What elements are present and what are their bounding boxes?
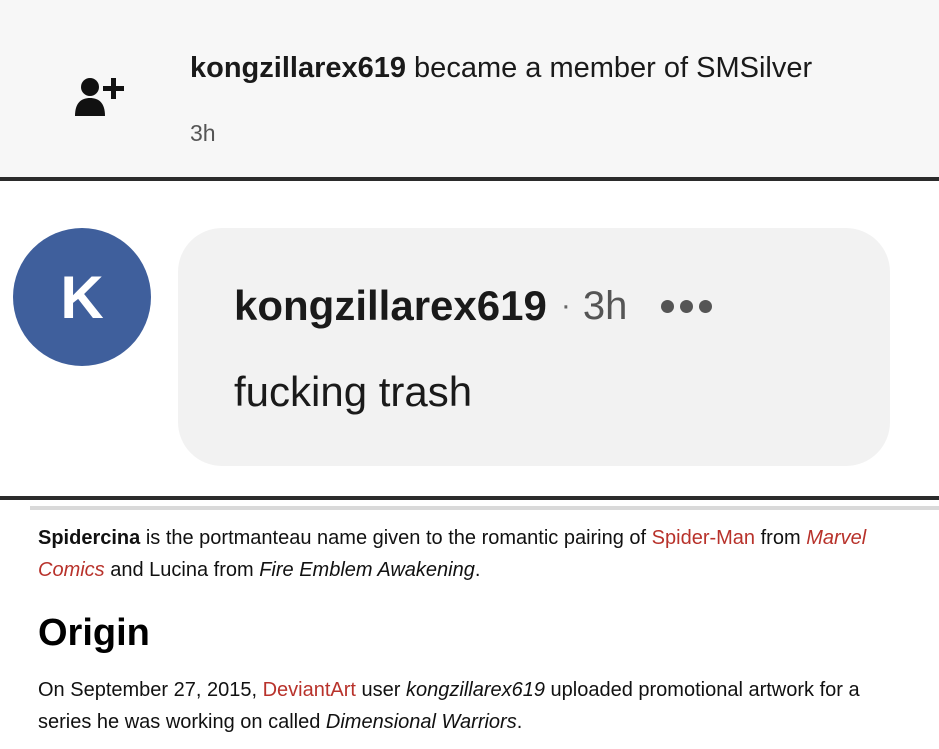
comment-body: fucking trash <box>234 368 473 415</box>
text: from <box>755 527 807 549</box>
section-heading: Origin <box>38 612 150 654</box>
comment-time: 3h <box>582 283 628 328</box>
comment-username[interactable]: kongzillarex619 <box>234 282 547 330</box>
text: is the portmanteau name given to the rom… <box>140 527 652 549</box>
series-title: Dimensional Warriors <box>325 711 517 733</box>
separator-dot: · <box>560 289 571 322</box>
text: user <box>355 679 406 701</box>
more-dots-icon[interactable] <box>661 299 713 313</box>
notification-action: became a member of SMSilver <box>406 52 813 84</box>
text: . <box>516 711 523 733</box>
comment-bubble: kongzillarex619 · 3h fucking trash <box>178 228 890 466</box>
link-spider-man[interactable]: Spider-Man <box>652 527 755 549</box>
origin-paragraph: On September 27, 2015, DeviantArt user k… <box>38 674 918 738</box>
text: and Lucina from <box>104 559 260 581</box>
article-subject: Spidercina <box>38 527 141 549</box>
link-deviantart[interactable]: DeviantArt <box>263 679 356 701</box>
rule <box>30 506 939 510</box>
intro-paragraph: Spidercina is the portmanteau name given… <box>38 522 918 586</box>
article-panel: Spidercina is the portmanteau name given… <box>0 500 939 749</box>
notification-username[interactable]: kongzillarex619 <box>190 52 406 84</box>
comment-panel: K kongzillarex619 · 3h fucking trash <box>0 181 939 495</box>
comment-header: kongzillarex619 · 3h <box>234 282 713 330</box>
text: On September 27, 2015, <box>38 679 263 701</box>
notification-time: 3h <box>190 120 216 146</box>
artist-name: kongzillarex619 <box>406 679 545 701</box>
text: . <box>474 559 481 581</box>
game-title: Fire Emblem Awakening <box>259 559 475 581</box>
notification-text: kongzillarex619 became a member of SMSil… <box>190 52 812 85</box>
user-plus-icon <box>75 78 124 116</box>
notification-panel: kongzillarex619 became a member of SMSil… <box>0 0 939 178</box>
avatar[interactable]: K <box>13 228 151 366</box>
